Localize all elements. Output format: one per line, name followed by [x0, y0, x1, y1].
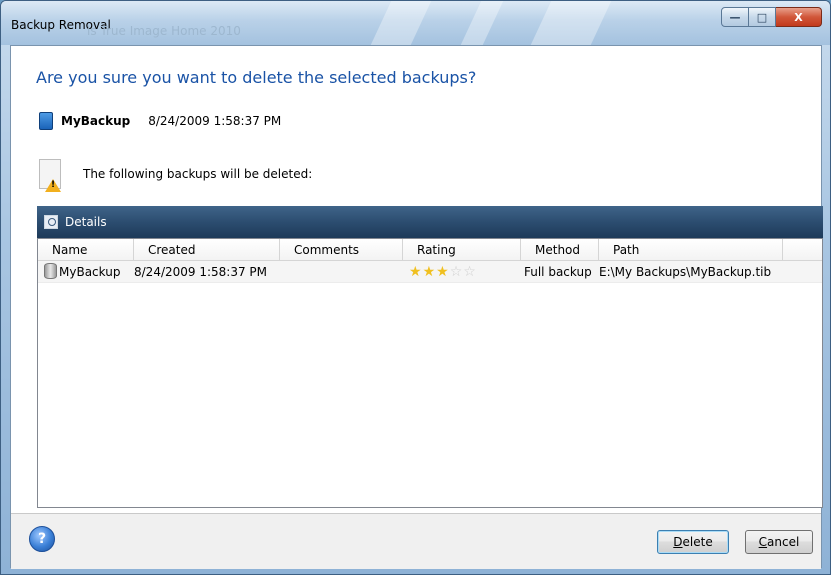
delete-mnemonic: D — [673, 535, 683, 549]
cell-comments — [280, 261, 403, 283]
minimize-icon: — — [729, 10, 741, 24]
cell-name: MyBackup — [38, 261, 134, 283]
column-method[interactable]: Method — [521, 239, 599, 261]
column-path[interactable]: Path — [599, 239, 783, 261]
column-rating[interactable]: Rating — [403, 239, 521, 261]
disk-icon — [39, 112, 53, 130]
dialog-body: Are you sure you want to delete the sele… — [10, 45, 823, 569]
close-button[interactable]: X — [776, 7, 822, 27]
backups-list[interactable]: Name Created Comments Rating Method Path… — [37, 238, 823, 508]
warning-line: ! The following backups will be deleted: — [39, 156, 312, 192]
column-comments[interactable]: Comments — [280, 239, 403, 261]
backup-name: MyBackup — [61, 114, 131, 128]
row-name-text: MyBackup — [59, 265, 121, 279]
cancel-button[interactable]: Cancel — [745, 530, 813, 554]
table-row[interactable]: MyBackup 8/24/2009 1:58:37 PM ★★★☆☆ Full… — [38, 261, 822, 283]
column-name[interactable]: Name — [38, 239, 134, 261]
close-icon: X — [794, 10, 803, 24]
warning-text: The following backups will be deleted: — [83, 167, 313, 181]
cell-path: E:\My Backups\MyBackup.tib — [599, 265, 772, 279]
selected-backup: MyBackup 8/24/2009 1:58:37 PM — [39, 112, 281, 130]
database-icon — [44, 263, 57, 279]
cancel-mnemonic: C — [758, 535, 768, 549]
confirm-question: Are you sure you want to delete the sele… — [36, 68, 477, 87]
details-label: Details — [65, 215, 107, 229]
footer: ? Delete Cancel — [11, 514, 821, 569]
help-icon[interactable]: ? — [29, 526, 55, 552]
details-header[interactable]: Details — [37, 206, 823, 238]
cell-method: Full backup — [524, 265, 592, 279]
star-icon[interactable]: ★ — [409, 264, 423, 280]
column-filler — [783, 239, 821, 261]
delete-button[interactable]: Delete — [657, 530, 729, 554]
magnifier-icon — [44, 215, 58, 229]
cell-created: 8/24/2009 1:58:37 PM — [134, 265, 268, 279]
star-icon[interactable]: ☆ — [463, 264, 477, 280]
warning-document-icon: ! — [39, 159, 61, 192]
cell-rating: ★★★☆☆ — [403, 261, 521, 283]
maximize-icon: □ — [756, 10, 768, 24]
star-icon[interactable]: ★ — [423, 264, 437, 280]
backup-date: 8/24/2009 1:58:37 PM — [148, 114, 282, 128]
rating-stars: ★★★☆☆ — [409, 261, 477, 283]
list-header: Name Created Comments Rating Method Path — [38, 239, 822, 261]
column-created[interactable]: Created — [134, 239, 280, 261]
maximize-button[interactable]: □ — [749, 7, 776, 27]
window-controls: — □ X — [721, 7, 822, 27]
star-icon[interactable]: ★ — [436, 264, 450, 280]
minimize-button[interactable]: — — [721, 7, 749, 27]
title-bar[interactable]: Backup Removal is True Image Home 2010 —… — [1, 1, 830, 45]
cancel-label: ancel — [767, 535, 800, 549]
window-title-ghost: is True Image Home 2010 — [87, 24, 241, 38]
star-icon[interactable]: ☆ — [450, 264, 464, 280]
delete-label: elete — [682, 535, 713, 549]
backup-removal-window: Backup Removal is True Image Home 2010 —… — [0, 0, 831, 575]
